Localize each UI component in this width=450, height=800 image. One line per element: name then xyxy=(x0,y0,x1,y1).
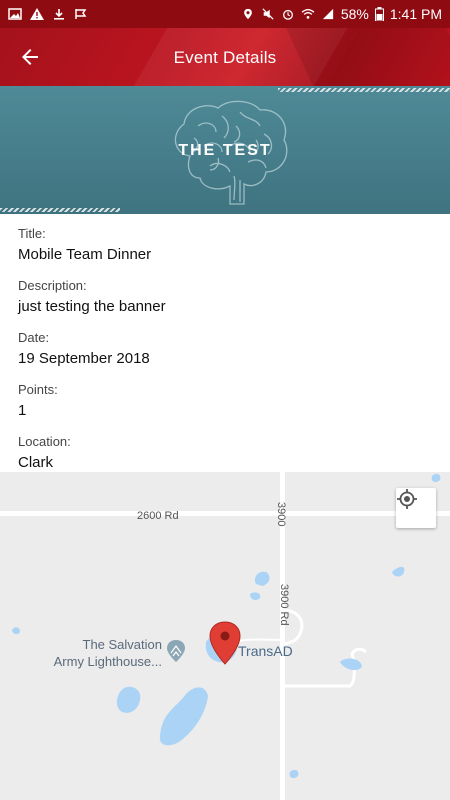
event-banner: THE TEST xyxy=(0,86,450,214)
field-label: Title: xyxy=(18,226,46,241)
road-2600 xyxy=(0,511,450,516)
banner-title: THE TEST xyxy=(178,142,272,159)
field-description: Description: just testing the banner xyxy=(18,278,432,318)
battery-percent: 58% xyxy=(340,6,369,22)
location-icon xyxy=(243,8,252,20)
poi-label-line: The Salvation xyxy=(82,637,163,652)
app-bar: Event Details xyxy=(0,28,450,86)
banner-hatch xyxy=(0,208,120,212)
event-details: Title: Mobile Team Dinner Description: j… xyxy=(18,226,432,486)
mute-icon xyxy=(262,8,274,20)
check-flag-icon xyxy=(75,9,87,19)
field-value: Mobile Team Dinner xyxy=(18,246,152,263)
alarm-icon xyxy=(282,9,293,20)
field-value: 1 xyxy=(18,402,27,419)
field-value: 19 September 2018 xyxy=(18,350,150,367)
banner-hatch xyxy=(278,88,450,92)
field-location: Location: Clark xyxy=(18,434,432,474)
poi-label[interactable]: The Salvation Army Lighthouse... xyxy=(30,636,162,670)
marker-label: TransAD xyxy=(238,643,293,659)
field-label: Description: xyxy=(18,278,87,293)
field-value: Clark xyxy=(18,454,54,471)
poi-label-line: Army Lighthouse... xyxy=(53,654,162,669)
poi-pin-icon xyxy=(167,640,185,662)
field-label: Points: xyxy=(18,382,58,397)
field-points: Points: 1 xyxy=(18,382,432,422)
map-view[interactable]: 2600 Rd 3900 3900 Rd The Salvation Army … xyxy=(0,472,450,800)
image-icon xyxy=(8,8,22,20)
page-title: Event Details xyxy=(173,48,277,67)
field-label: Date: xyxy=(18,330,50,345)
clock: 1:41 PM xyxy=(389,6,442,22)
download-icon xyxy=(54,9,64,20)
signal-icon xyxy=(322,8,333,20)
status-bar: 58% 1:41 PM xyxy=(0,0,450,28)
battery-icon xyxy=(374,7,384,21)
wifi-icon xyxy=(301,9,315,19)
alert-icon xyxy=(30,8,44,20)
field-value: just testing the banner xyxy=(18,298,166,315)
my-location-icon xyxy=(397,489,417,509)
road-label: 3900 xyxy=(275,502,287,527)
road-label: 2600 Rd xyxy=(137,510,179,522)
field-title: Title: Mobile Team Dinner xyxy=(18,226,432,266)
my-location-button[interactable] xyxy=(396,488,436,528)
field-label: Location: xyxy=(18,434,71,449)
field-date: Date: 19 September 2018 xyxy=(18,330,432,370)
road-label: 3900 Rd xyxy=(278,584,290,626)
